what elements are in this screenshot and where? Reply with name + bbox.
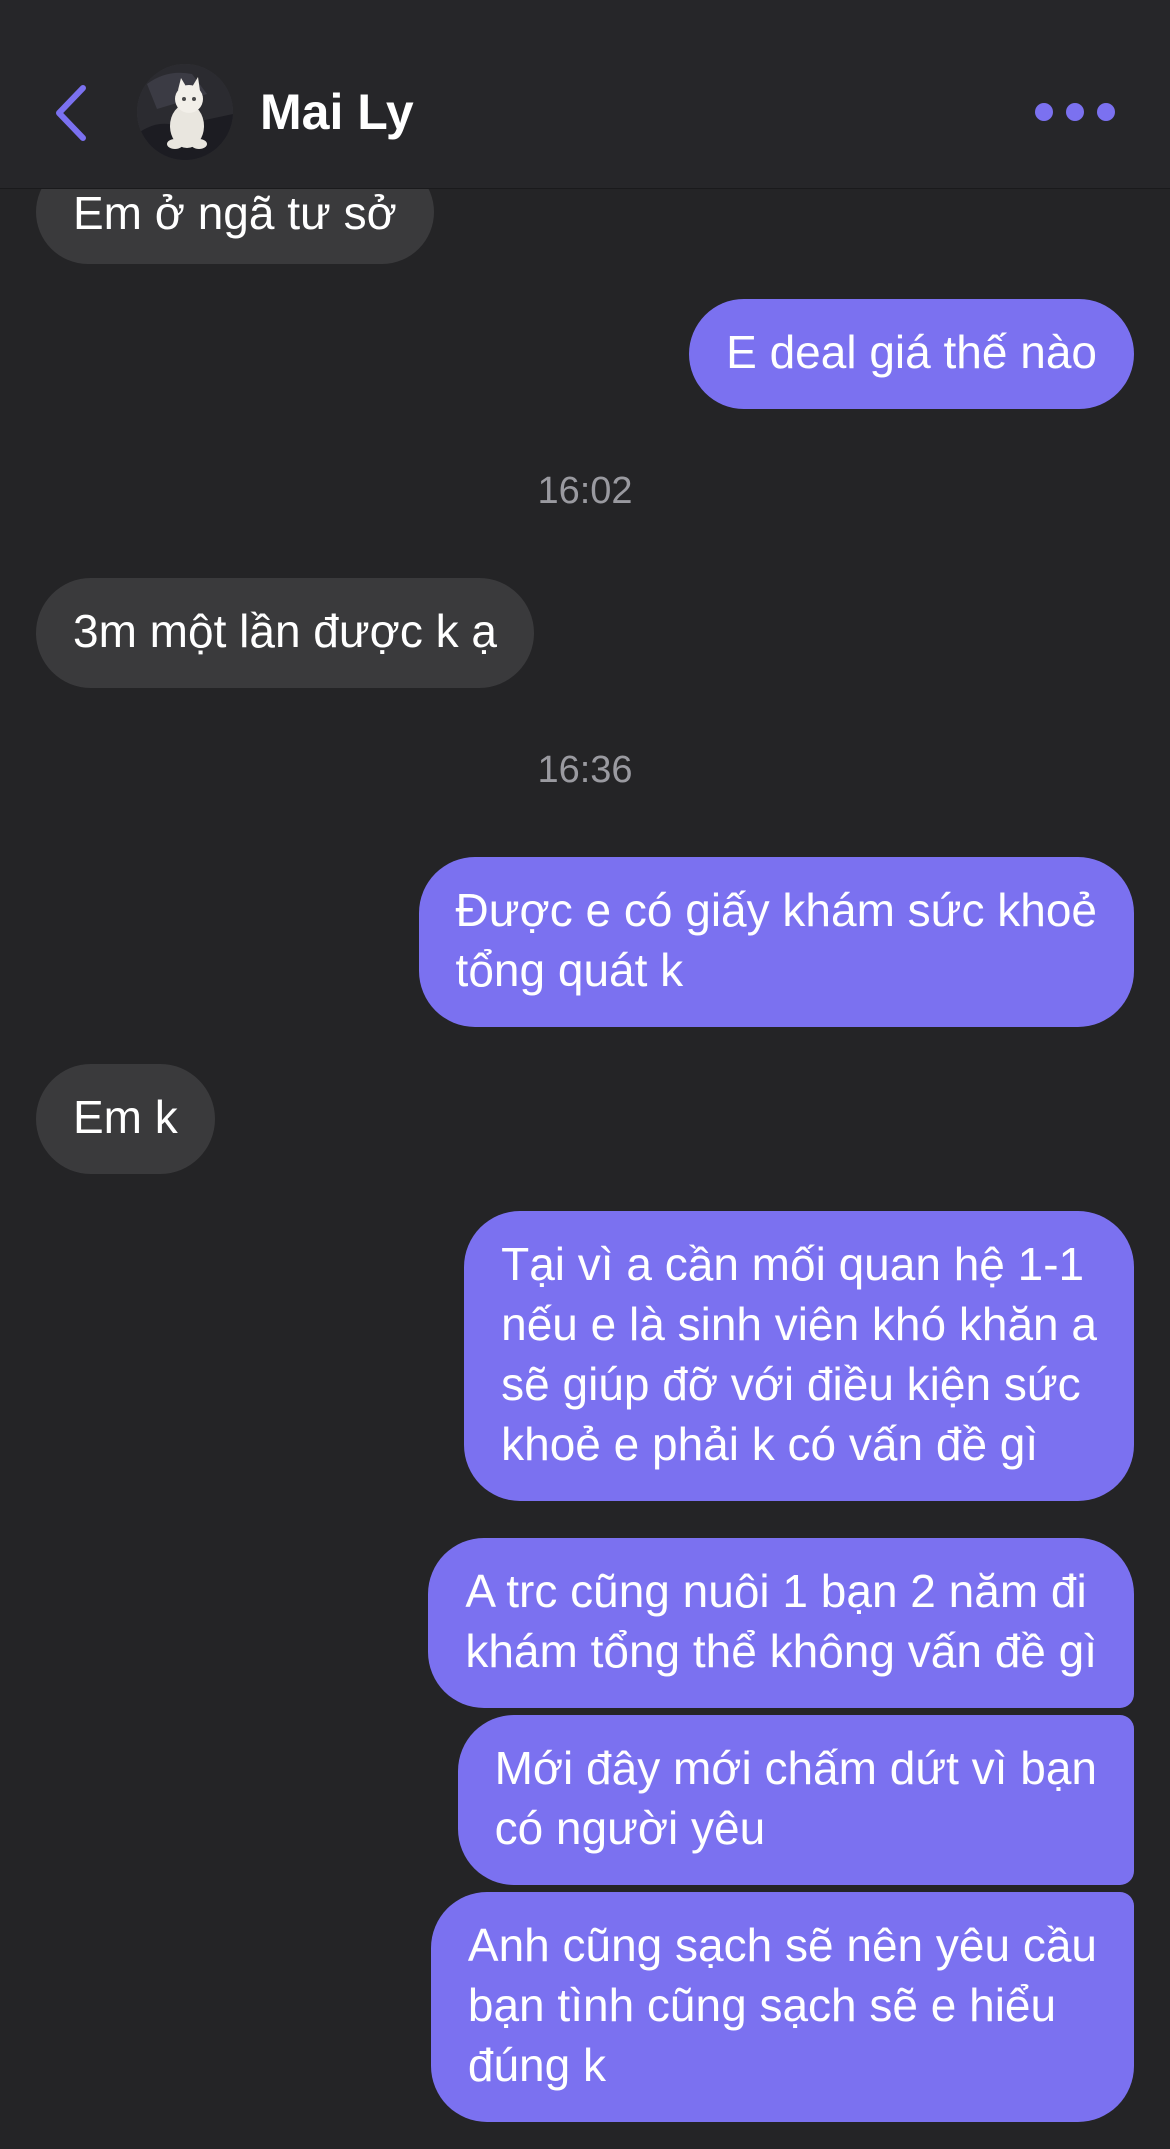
avatar[interactable] <box>137 64 233 160</box>
timestamp: 16:36 <box>537 749 633 791</box>
message-incoming[interactable]: 3m một lần được k ạ <box>36 578 534 688</box>
contact-name[interactable]: Mai Ly <box>260 82 414 142</box>
chat-screen: Em ở ngã tư sở E deal giá thế nào 16:02 … <box>0 0 1170 2149</box>
message-outgoing[interactable]: Mới đây mới chấm dứt vì bạn có người yêu <box>457 1715 1134 1885</box>
message-outgoing[interactable]: Anh cũng sạch sẽ nên yêu cầu bạn tình cũ… <box>430 1892 1134 2122</box>
more-button[interactable] <box>1035 90 1115 134</box>
cat-avatar-image <box>137 64 233 160</box>
message-outgoing[interactable]: Tại vì a cần mối quan hệ 1-1 nếu e là si… <box>464 1211 1134 1501</box>
message-outgoing[interactable]: E deal giá thế nào <box>689 299 1134 409</box>
message-incoming[interactable]: Em k <box>36 1064 215 1174</box>
more-dots-icon <box>1097 103 1115 121</box>
message-outgoing[interactable]: Được e có giấy khám sức khoẻ tổng quát k <box>418 857 1134 1027</box>
chat-header: Mai Ly <box>0 0 1170 189</box>
message-outgoing[interactable]: A trc cũng nuôi 1 bạn 2 năm đi khám tổng… <box>428 1538 1134 1708</box>
back-button[interactable] <box>46 78 96 148</box>
more-dots-icon <box>1066 103 1084 121</box>
more-dots-icon <box>1035 103 1053 121</box>
timestamp: 16:02 <box>537 470 633 512</box>
chevron-left-icon <box>56 85 86 141</box>
